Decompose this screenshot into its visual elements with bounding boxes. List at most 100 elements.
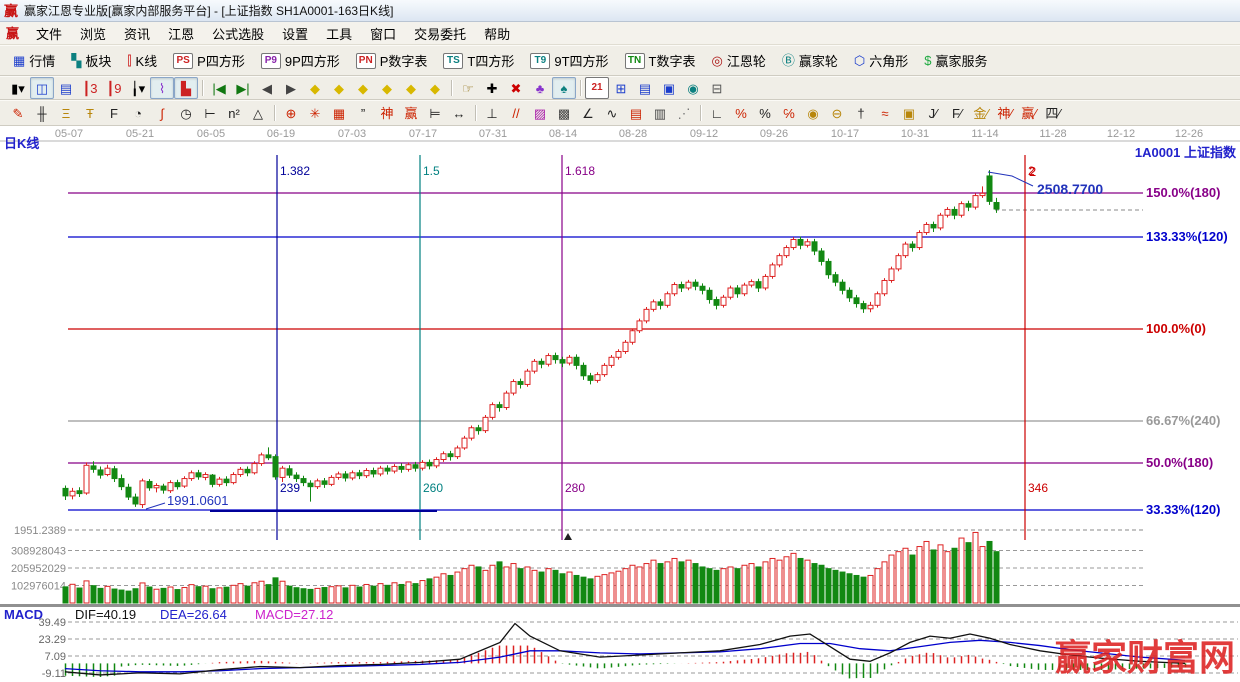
tool-report-doc-icon[interactable]: ▤ xyxy=(633,77,657,99)
volume-bar xyxy=(882,562,887,603)
toolbar-button-gann-wheel[interactable]: ◎江恩轮 xyxy=(705,48,773,73)
tool-single-candle-dropdown-icon[interactable]: ╽▾ xyxy=(126,77,150,99)
menu-item-gann[interactable]: 江恩 xyxy=(159,22,203,45)
tool-percent-icon[interactable]: % xyxy=(753,102,777,124)
tool-si-angle-icon[interactable]: 四∕ xyxy=(1041,102,1065,124)
tool-wave-line-icon[interactable]: ∿ xyxy=(600,102,624,124)
toolbar-button-winner-wheel[interactable]: Ⓑ赢家轮 xyxy=(775,48,845,73)
tool-gold-circle-icon[interactable]: ◉ xyxy=(801,102,825,124)
tool-f-tool-icon[interactable]: F xyxy=(102,102,126,124)
tool-compass-cross-icon[interactable]: ⊕ xyxy=(279,102,303,124)
tool-gold-rule-a-icon[interactable]: Ξ xyxy=(54,102,78,124)
toolbar-button-kline[interactable]: ⫿K线 xyxy=(120,48,164,73)
tool-pattern-mode-icon[interactable]: ⌇ xyxy=(150,77,174,99)
tool-prev-bar-icon[interactable]: ◀ xyxy=(255,77,279,99)
tool-delete-line-icon[interactable]: ✖ xyxy=(504,77,528,99)
chart-area[interactable]: 05-0705-2106-0506-1907-0307-1707-3108-14… xyxy=(0,126,1240,682)
tool-h-ruler-icon[interactable]: ⊢ xyxy=(198,102,222,124)
tool-quote-marks-icon[interactable]: ” xyxy=(351,102,375,124)
toolbar-button-sectors[interactable]: ▚板块 xyxy=(64,48,118,73)
tool-art-pen-icon[interactable]: ∫ xyxy=(150,102,174,124)
tool-print-icon[interactable]: ⊟ xyxy=(705,77,729,99)
menu-item-trade-order[interactable]: 交易委托 xyxy=(405,22,475,45)
tool-shen-angle-icon[interactable]: 神∕ xyxy=(993,102,1017,124)
tool-calculator-icon[interactable]: ⊞ xyxy=(609,77,633,99)
tool-time-circle-icon[interactable]: ◷ xyxy=(174,102,198,124)
menu-item-news[interactable]: 资讯 xyxy=(115,22,159,45)
menu-item-tools[interactable]: 工具 xyxy=(317,22,361,45)
title-bar[interactable]: 赢 赢家江恩专业版[赢家内部服务平台] - [上证指数 SH1A0001-163… xyxy=(0,0,1240,22)
tool-first-bar-icon[interactable]: |◀ xyxy=(207,77,231,99)
tool-shift-right-diamond-icon[interactable]: ◆ xyxy=(327,77,351,99)
tool-scale-tool-icon[interactable]: ∟ xyxy=(705,102,729,124)
toolbar-button-p-number-table[interactable]: PNP数字表 xyxy=(349,48,435,73)
toolbar-button-9t-square[interactable]: T99T四方形 xyxy=(523,48,615,73)
tool-kline-style-dropdown-icon[interactable]: ▮▾ xyxy=(6,77,30,99)
toolbar-button-quotes[interactable]: ▦行情 xyxy=(6,48,62,73)
tool-angle-lines-icon[interactable]: ∠ xyxy=(576,102,600,124)
tool-gann-tree-icon[interactable]: ♣ xyxy=(528,77,552,99)
tool-shift-left-diamond-icon[interactable]: ◆ xyxy=(303,77,327,99)
tool-gold-line-icon[interactable]: ⊖ xyxy=(825,102,849,124)
menu-item-settings[interactable]: 设置 xyxy=(273,22,317,45)
tool-color-report-icon[interactable]: ▙ xyxy=(174,77,198,99)
hexagon-label: 六角形 xyxy=(869,51,908,70)
tool-crosshair-icon[interactable]: ✚ xyxy=(480,77,504,99)
tool-full-view-diamond-icon[interactable]: ◆ xyxy=(423,77,447,99)
tool-expand-v-diamond-icon[interactable]: ◆ xyxy=(399,77,423,99)
tool-calendar-21-icon[interactable]: 21 xyxy=(585,77,609,99)
tool-spiral-icon[interactable]: ◔ xyxy=(126,102,150,124)
tool-gold-angle-icon[interactable]: 金∕ xyxy=(969,102,993,124)
tool-fan-lines-icon[interactable]: // xyxy=(504,102,528,124)
tool-hand-drag-icon[interactable]: ☞ xyxy=(456,77,480,99)
tool-next-bar-icon[interactable]: ▶ xyxy=(279,77,303,99)
tool-gold-rule-b-icon[interactable]: Ŧ xyxy=(78,102,102,124)
toolbar-button-t-square[interactable]: TST四方形 xyxy=(436,48,521,73)
tool-width-arrows-icon[interactable]: ↔ xyxy=(447,102,471,124)
tool-last-bar-icon[interactable]: ▶| xyxy=(231,77,255,99)
tool-compress-h-diamond-icon[interactable]: ◆ xyxy=(375,77,399,99)
tool-shen-tool-icon[interactable]: 神 xyxy=(375,102,399,124)
tool-red-brush-icon[interactable]: ✎ xyxy=(6,102,30,124)
tool-percent-circle-icon[interactable]: ℅ xyxy=(777,102,801,124)
toolbar-button-hexagon[interactable]: ⬡六角形 xyxy=(847,48,915,73)
tool-ruler-123-icon[interactable]: ⊨ xyxy=(423,102,447,124)
tool-grid-red-icon[interactable]: ▤ xyxy=(624,102,648,124)
tool-gann-comb-icon[interactable]: ╫ xyxy=(30,102,54,124)
tool-star-burst-icon[interactable]: ✳ xyxy=(303,102,327,124)
menu-item-formula-stock-pick[interactable]: 公式选股 xyxy=(203,22,273,45)
tool-expand-h-diamond-icon[interactable]: ◆ xyxy=(351,77,375,99)
tool-zoom-window-icon[interactable]: ◫ xyxy=(30,77,54,99)
tool-corner-tool-icon[interactable]: ⊥ xyxy=(480,102,504,124)
tool-grid-box-icon[interactable]: ▦ xyxy=(327,102,351,124)
tool-measure-pen-icon[interactable]: † xyxy=(849,102,873,124)
tool-win-angle-icon[interactable]: 赢∕ xyxy=(1017,102,1041,124)
tool-magenta-box-icon[interactable]: ▨ xyxy=(528,102,552,124)
toolbar-button-t-number-table[interactable]: TNT数字表 xyxy=(618,48,703,73)
tool-gold-box-icon[interactable]: ▣ xyxy=(897,102,921,124)
tool-n-squared-icon[interactable]: n² xyxy=(222,102,246,124)
tool-gann-brain-icon[interactable]: ♠ xyxy=(552,77,576,99)
toolbar-button-p-square[interactable]: PSP四方形 xyxy=(166,48,252,73)
tool-f-angle-icon[interactable]: F∕ xyxy=(945,102,969,124)
menu-item-file[interactable]: 文件 xyxy=(27,22,71,45)
tool-slashes-icon[interactable]: ⋰ xyxy=(672,102,696,124)
tool-dark-box-icon[interactable]: ▩ xyxy=(552,102,576,124)
menu-item-window[interactable]: 窗口 xyxy=(361,22,405,45)
tool-red-wave-icon[interactable]: ≈ xyxy=(873,102,897,124)
tool-flag-triangle-icon[interactable]: △ xyxy=(246,102,270,124)
kline-chart-canvas[interactable]: 05-0705-2106-0506-1907-0307-1707-3108-14… xyxy=(0,126,1240,682)
toolbar-button-9p-square[interactable]: P99P四方形 xyxy=(254,48,347,73)
toolbar-button-winner-service[interactable]: $赢家服务 xyxy=(917,48,994,73)
menu-item-help[interactable]: 帮助 xyxy=(475,22,519,45)
tool-percent-red-box-icon[interactable]: % xyxy=(729,102,753,124)
tool-web-export-icon[interactable]: ◉ xyxy=(681,77,705,99)
tool-bars-9-icon[interactable]: ┃9 xyxy=(102,77,126,99)
tool-j-angle-icon[interactable]: J∕ xyxy=(921,102,945,124)
tool-bars-3-icon[interactable]: ┃3 xyxy=(78,77,102,99)
tool-grid-dark-icon[interactable]: ▥ xyxy=(648,102,672,124)
menu-item-browse[interactable]: 浏览 xyxy=(71,22,115,45)
tool-info-panel-icon[interactable]: ▤ xyxy=(54,77,78,99)
tool-win-tool-icon[interactable]: 赢 xyxy=(399,102,423,124)
tool-save-icon[interactable]: ▣ xyxy=(657,77,681,99)
